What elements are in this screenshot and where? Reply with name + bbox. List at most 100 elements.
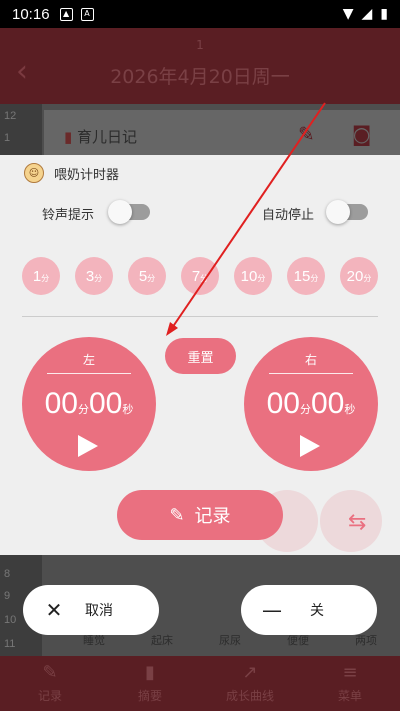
category-both[interactable]: 两项 bbox=[355, 632, 377, 648]
bottom-nav: ✎ 记录 ▮ 摘要 ↗ 成长曲线 ≡ 菜单 bbox=[0, 656, 400, 711]
close-icon: ✕ bbox=[45, 598, 63, 622]
autostop-label: 自动停止 bbox=[262, 208, 315, 223]
nav-record[interactable]: ✎ 记录 bbox=[0, 656, 100, 711]
preset-unit: 分 bbox=[200, 274, 209, 283]
preset-15-min[interactable]: 15 分 bbox=[287, 257, 325, 295]
preset-value: 3 bbox=[85, 267, 95, 285]
category-pee[interactable]: 尿尿 bbox=[219, 632, 241, 648]
left-timer-readout: 00分00秒 bbox=[22, 387, 156, 421]
left-seconds: 00 bbox=[89, 387, 123, 420]
preset-unit: 分 bbox=[41, 274, 50, 283]
bar-chart-icon: ▮ bbox=[145, 662, 155, 683]
diary-card: ▮ 育儿日记 ✎ ◙ bbox=[44, 110, 400, 160]
menu-icon: ≡ bbox=[342, 662, 358, 683]
dialog-title: 喂奶计时器 bbox=[54, 167, 120, 183]
nav-menu[interactable]: ≡ 菜单 bbox=[300, 656, 400, 711]
hour-label: 10 bbox=[4, 614, 17, 626]
signal-icon: ◢ bbox=[361, 6, 373, 22]
right-timer-label: 右 bbox=[304, 353, 317, 367]
preset-unit: 分 bbox=[257, 274, 266, 283]
battery-icon: ▮ bbox=[380, 6, 388, 22]
camera-icon[interactable]: ◙ bbox=[352, 122, 371, 146]
app-notification-icon: A bbox=[80, 7, 94, 21]
preset-10-min[interactable]: 10 分 bbox=[234, 257, 272, 295]
right-minutes: 00 bbox=[266, 387, 300, 420]
hour-label: 9 bbox=[4, 590, 11, 602]
timer-divider bbox=[269, 373, 353, 374]
left-timer-label: 左 bbox=[82, 353, 95, 367]
minutes-unit: 分 bbox=[78, 404, 89, 416]
hour-label: 12 bbox=[4, 110, 17, 122]
seconds-unit: 秒 bbox=[122, 404, 134, 416]
divider bbox=[22, 316, 378, 317]
pencil-icon: ✎ bbox=[169, 504, 185, 526]
preset-row: 1分 3分 5分 7分 10 分 15 分 20 分 bbox=[22, 257, 378, 295]
autostop-toggle[interactable] bbox=[326, 200, 368, 224]
nav-growth[interactable]: ↗ 成长曲线 bbox=[200, 656, 300, 711]
pencil-icon: ✎ bbox=[42, 662, 58, 683]
close-button[interactable]: — 关 bbox=[241, 585, 377, 635]
cancel-button[interactable]: ✕ 取消 bbox=[23, 585, 159, 635]
diary-title: ▮ 育儿日记 bbox=[64, 126, 137, 147]
sound-label: 铃声提示 bbox=[42, 208, 95, 223]
growth-icon: ↗ bbox=[242, 662, 258, 683]
minutes-unit: 分 bbox=[300, 404, 311, 416]
preset-value: 7 bbox=[191, 267, 201, 285]
header-page-number: 1 bbox=[196, 38, 204, 52]
diary-title-text: 育儿日记 bbox=[77, 128, 138, 146]
preset-value: 10 bbox=[240, 267, 258, 285]
nav-label: 成长曲线 bbox=[225, 689, 274, 703]
preset-5-min[interactable]: 5分 bbox=[128, 257, 166, 295]
left-play-icon[interactable] bbox=[78, 435, 98, 457]
status-time: 10:16 bbox=[12, 5, 50, 23]
baby-avatar-icon: ☺ bbox=[24, 163, 44, 183]
nav-label: 摘要 bbox=[137, 689, 162, 703]
close-label: 关 bbox=[310, 603, 324, 619]
cancel-label: 取消 bbox=[85, 603, 113, 619]
feeding-timer-dialog: ☺ 喂奶计时器 铃声提示 自动停止 1分 3分 5分 7分 10 分 15 分 20… bbox=[0, 155, 400, 555]
preset-value: 5 bbox=[138, 267, 148, 285]
hour-label: 11 bbox=[4, 638, 16, 650]
swap-icon[interactable]: ⇆ bbox=[348, 510, 366, 535]
minus-icon: — bbox=[262, 598, 282, 622]
image-notification-icon: ▲ bbox=[59, 7, 73, 21]
wifi-icon: ▼ bbox=[342, 6, 354, 22]
toggle-knob bbox=[326, 200, 350, 224]
preset-unit: 分 bbox=[94, 274, 103, 283]
left-minutes: 00 bbox=[44, 387, 78, 420]
sound-toggle[interactable] bbox=[108, 200, 150, 224]
reset-button[interactable]: 重置 bbox=[165, 338, 236, 374]
right-seconds: 00 bbox=[311, 387, 345, 420]
preset-20-min[interactable]: 20 分 bbox=[340, 257, 378, 295]
preset-value: 1 bbox=[32, 267, 42, 285]
preset-7-min[interactable]: 7分 bbox=[181, 257, 219, 295]
toggle-knob bbox=[108, 200, 132, 224]
preset-unit: 分 bbox=[147, 274, 156, 283]
app-header: 1 ‹ 2026年4月20日周一 bbox=[0, 28, 400, 104]
preset-value: 15 bbox=[293, 267, 311, 285]
hour-label: 1 bbox=[4, 132, 11, 144]
preset-unit: 分 bbox=[363, 274, 372, 283]
category-wake[interactable]: 起床 bbox=[151, 632, 173, 648]
seconds-unit: 秒 bbox=[344, 404, 356, 416]
preset-value: 20 bbox=[346, 267, 364, 285]
nav-summary[interactable]: ▮ 摘要 bbox=[100, 656, 200, 711]
record-button[interactable]: ✎ 记录 bbox=[117, 490, 283, 540]
header-date: 2026年4月20日周一 bbox=[110, 66, 290, 88]
timer-divider bbox=[47, 373, 131, 374]
record-label: 记录 bbox=[194, 506, 231, 527]
nav-label: 菜单 bbox=[337, 689, 362, 703]
nav-label: 记录 bbox=[37, 689, 62, 703]
right-timer-readout: 00分00秒 bbox=[244, 387, 378, 421]
right-timer[interactable]: 右 00分00秒 bbox=[244, 337, 378, 471]
book-icon: ▮ bbox=[64, 128, 73, 146]
hour-label: 8 bbox=[4, 568, 11, 580]
preset-unit: 分 bbox=[310, 274, 319, 283]
preset-1-min[interactable]: 1分 bbox=[22, 257, 60, 295]
dialog-header: ☺ 喂奶计时器 bbox=[24, 163, 119, 183]
right-play-icon[interactable] bbox=[300, 435, 320, 457]
edit-icon[interactable]: ✎ bbox=[298, 122, 315, 146]
status-bar: 10:16 ▲ A ▼ ◢ ▮ bbox=[0, 0, 400, 28]
left-timer[interactable]: 左 00分00秒 bbox=[22, 337, 156, 471]
preset-3-min[interactable]: 3分 bbox=[75, 257, 113, 295]
